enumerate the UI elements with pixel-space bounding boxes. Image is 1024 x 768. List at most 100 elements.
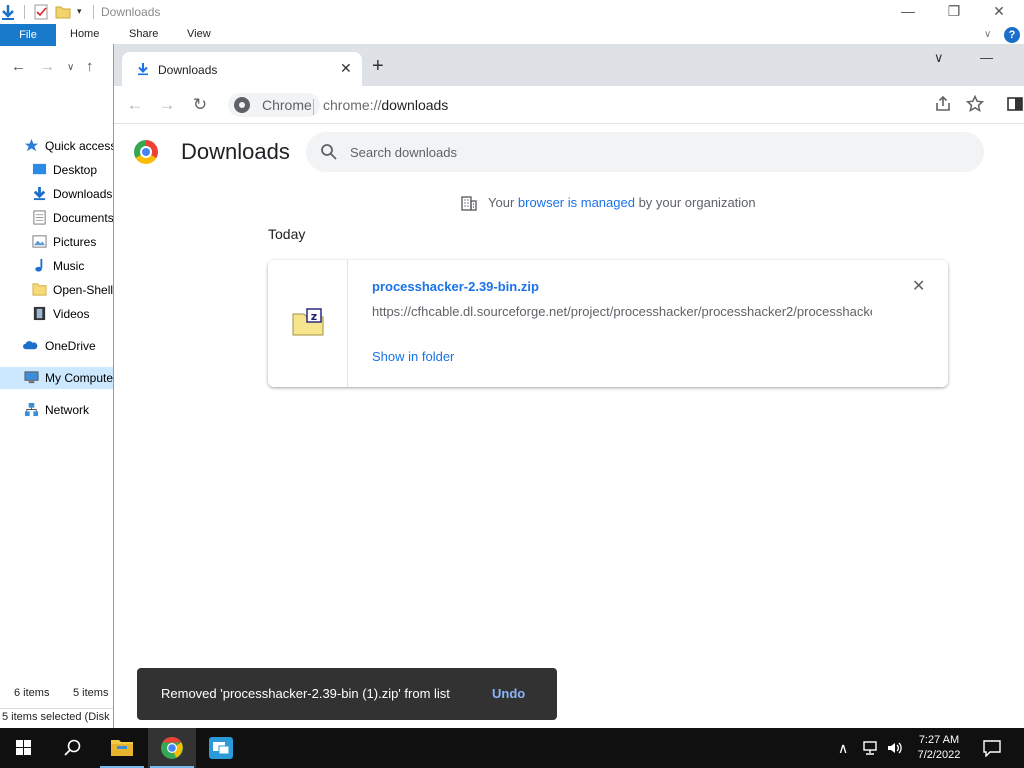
explorer-titlebar: ▾ Downloads — ❐ ✕ (0, 0, 1024, 24)
search-icon (321, 144, 337, 160)
building-icon (461, 196, 477, 211)
start-button[interactable] (0, 728, 48, 768)
customize-quick-access-icon[interactable]: ▾ (77, 6, 93, 22)
tab-search-icon[interactable]: ∨ (934, 50, 944, 66)
bookmark-star-icon[interactable] (966, 95, 984, 113)
nav-item-documents[interactable]: Documents (0, 207, 113, 229)
tab-strip: Downloads ✕ + ∨ — (114, 44, 1024, 86)
minimize-button[interactable]: — (980, 50, 993, 65)
chrome-toolbar: ← → ↻ Chrome chrome://downloads (114, 86, 1024, 124)
nav-item-network[interactable]: Network (0, 399, 113, 421)
nav-label: Pictures (53, 235, 97, 249)
clock[interactable]: 7:27 AM 7/2/2022 (904, 733, 974, 763)
nav-item-onedrive[interactable]: OneDrive (0, 335, 113, 357)
share-icon[interactable] (934, 95, 952, 113)
up-arrow-icon[interactable]: ↑ (86, 58, 94, 75)
help-button[interactable]: ? (1004, 27, 1020, 43)
film-strip-icon (33, 306, 46, 321)
omnibox-divider (313, 99, 314, 115)
site-chip-label: Chrome (262, 97, 312, 113)
recent-locations-icon[interactable]: ∨ (67, 62, 74, 73)
show-hidden-icons-icon[interactable]: ∧ (838, 740, 848, 757)
minimize-button[interactable]: — (885, 0, 931, 24)
item-count: 6 items (14, 687, 50, 699)
star-icon (24, 138, 39, 152)
search-button[interactable] (48, 728, 96, 768)
toast-message: Removed 'processhacker-2.39-bin (1).zip'… (161, 686, 450, 701)
nav-item-open-shell[interactable]: Open-Shell (0, 279, 113, 301)
managed-text: Your browser is managed by your organiza… (488, 195, 756, 210)
omnibox[interactable]: Chrome chrome://downloads (222, 90, 972, 120)
show-in-folder-link[interactable]: Show in folder (372, 349, 454, 364)
selected-count: 5 items (73, 687, 109, 699)
nav-label: Open-Shell (53, 283, 113, 297)
new-tab-icon[interactable]: + (372, 56, 384, 76)
tab-title: Downloads (158, 63, 218, 77)
clock-date: 7/2/2022 (917, 749, 961, 761)
document-icon (33, 210, 46, 225)
back-arrow-icon[interactable]: ← (125, 95, 145, 115)
nav-item-quick-access[interactable]: Quick access (0, 135, 113, 157)
file-icon-column: z (268, 260, 348, 387)
notifications-icon[interactable] (982, 739, 1002, 757)
taskbar-file-explorer[interactable] (98, 728, 146, 768)
separator (24, 5, 25, 19)
nav-item-pictures[interactable]: Pictures (0, 231, 113, 253)
date-header: Today (268, 226, 306, 242)
tab-home[interactable]: Home (70, 28, 99, 40)
close-tab-icon[interactable]: ✕ (340, 60, 352, 77)
pictures-icon (32, 235, 47, 248)
remote-desktop-icon (209, 737, 233, 759)
forward-arrow-icon[interactable]: → (40, 58, 55, 75)
download-filename-link[interactable]: processhacker-2.39-bin.zip (372, 279, 539, 294)
volume-icon[interactable] (886, 740, 904, 756)
properties-icon[interactable] (33, 4, 49, 20)
nav-label: Desktop (53, 163, 98, 177)
removed-toast: Removed 'processhacker-2.39-bin (1).zip'… (137, 668, 557, 720)
tab-downloads[interactable]: Downloads ✕ (122, 52, 362, 86)
downloads-arrow-icon[interactable] (0, 4, 16, 20)
network-icon[interactable] (862, 740, 880, 756)
explorer-navigation-pane: Quick access Desktop Downloads Documents… (0, 130, 113, 690)
nav-item-videos[interactable]: Videos (0, 303, 113, 325)
nav-item-desktop[interactable]: Desktop (0, 159, 113, 181)
taskbar-chrome[interactable] (148, 728, 196, 768)
new-folder-icon[interactable] (55, 4, 71, 20)
undo-button[interactable]: Undo (492, 686, 525, 701)
downloads-header: Downloads (114, 124, 1024, 182)
tab-view[interactable]: View (187, 28, 211, 40)
remove-from-list-icon[interactable]: ✕ (912, 276, 925, 296)
search-downloads-box[interactable] (306, 132, 984, 172)
search-icon (64, 739, 81, 756)
explorer-navigation-bar: ← → ∨ ↑ (0, 46, 113, 90)
windows-logo-icon (16, 740, 31, 755)
nav-label: Documents (53, 211, 113, 225)
url-path: downloads (381, 97, 449, 113)
nav-item-downloads[interactable]: Downloads (0, 183, 113, 205)
taskbar-app[interactable] (197, 728, 245, 768)
chrome-window: Downloads ✕ + ∨ — ← → ↻ Chrome chrome://… (113, 44, 1024, 728)
back-arrow-icon[interactable]: ← (11, 58, 26, 75)
tab-file[interactable]: File (0, 24, 56, 46)
expand-ribbon-icon[interactable]: ∨ (984, 29, 991, 40)
download-source-url: https://cfhcable.dl.sourceforge.net/proj… (372, 304, 872, 319)
browser-managed-link[interactable]: browser is managed (518, 195, 635, 210)
side-panel-icon[interactable] (1006, 95, 1024, 113)
forward-arrow-icon[interactable]: → (157, 95, 177, 115)
reload-icon[interactable]: ↻ (190, 95, 210, 115)
tab-share[interactable]: Share (129, 28, 158, 40)
omnibox-url[interactable]: chrome://downloads (323, 97, 448, 113)
download-icon (138, 63, 148, 76)
nav-label: Videos (53, 307, 90, 321)
close-button[interactable]: ✕ (976, 0, 1022, 24)
site-info-chip[interactable]: Chrome (228, 93, 320, 117)
nav-label: Music (53, 259, 85, 273)
folder-icon (32, 283, 47, 296)
nav-item-music[interactable]: Music (0, 255, 113, 277)
file-explorer-icon (111, 740, 133, 756)
managed-suffix: by your organization (634, 195, 756, 210)
nav-item-my-computer[interactable]: My Computer (0, 367, 113, 389)
network-icon (24, 402, 39, 417)
restore-button[interactable]: ❐ (931, 0, 977, 24)
search-input[interactable] (350, 142, 950, 162)
